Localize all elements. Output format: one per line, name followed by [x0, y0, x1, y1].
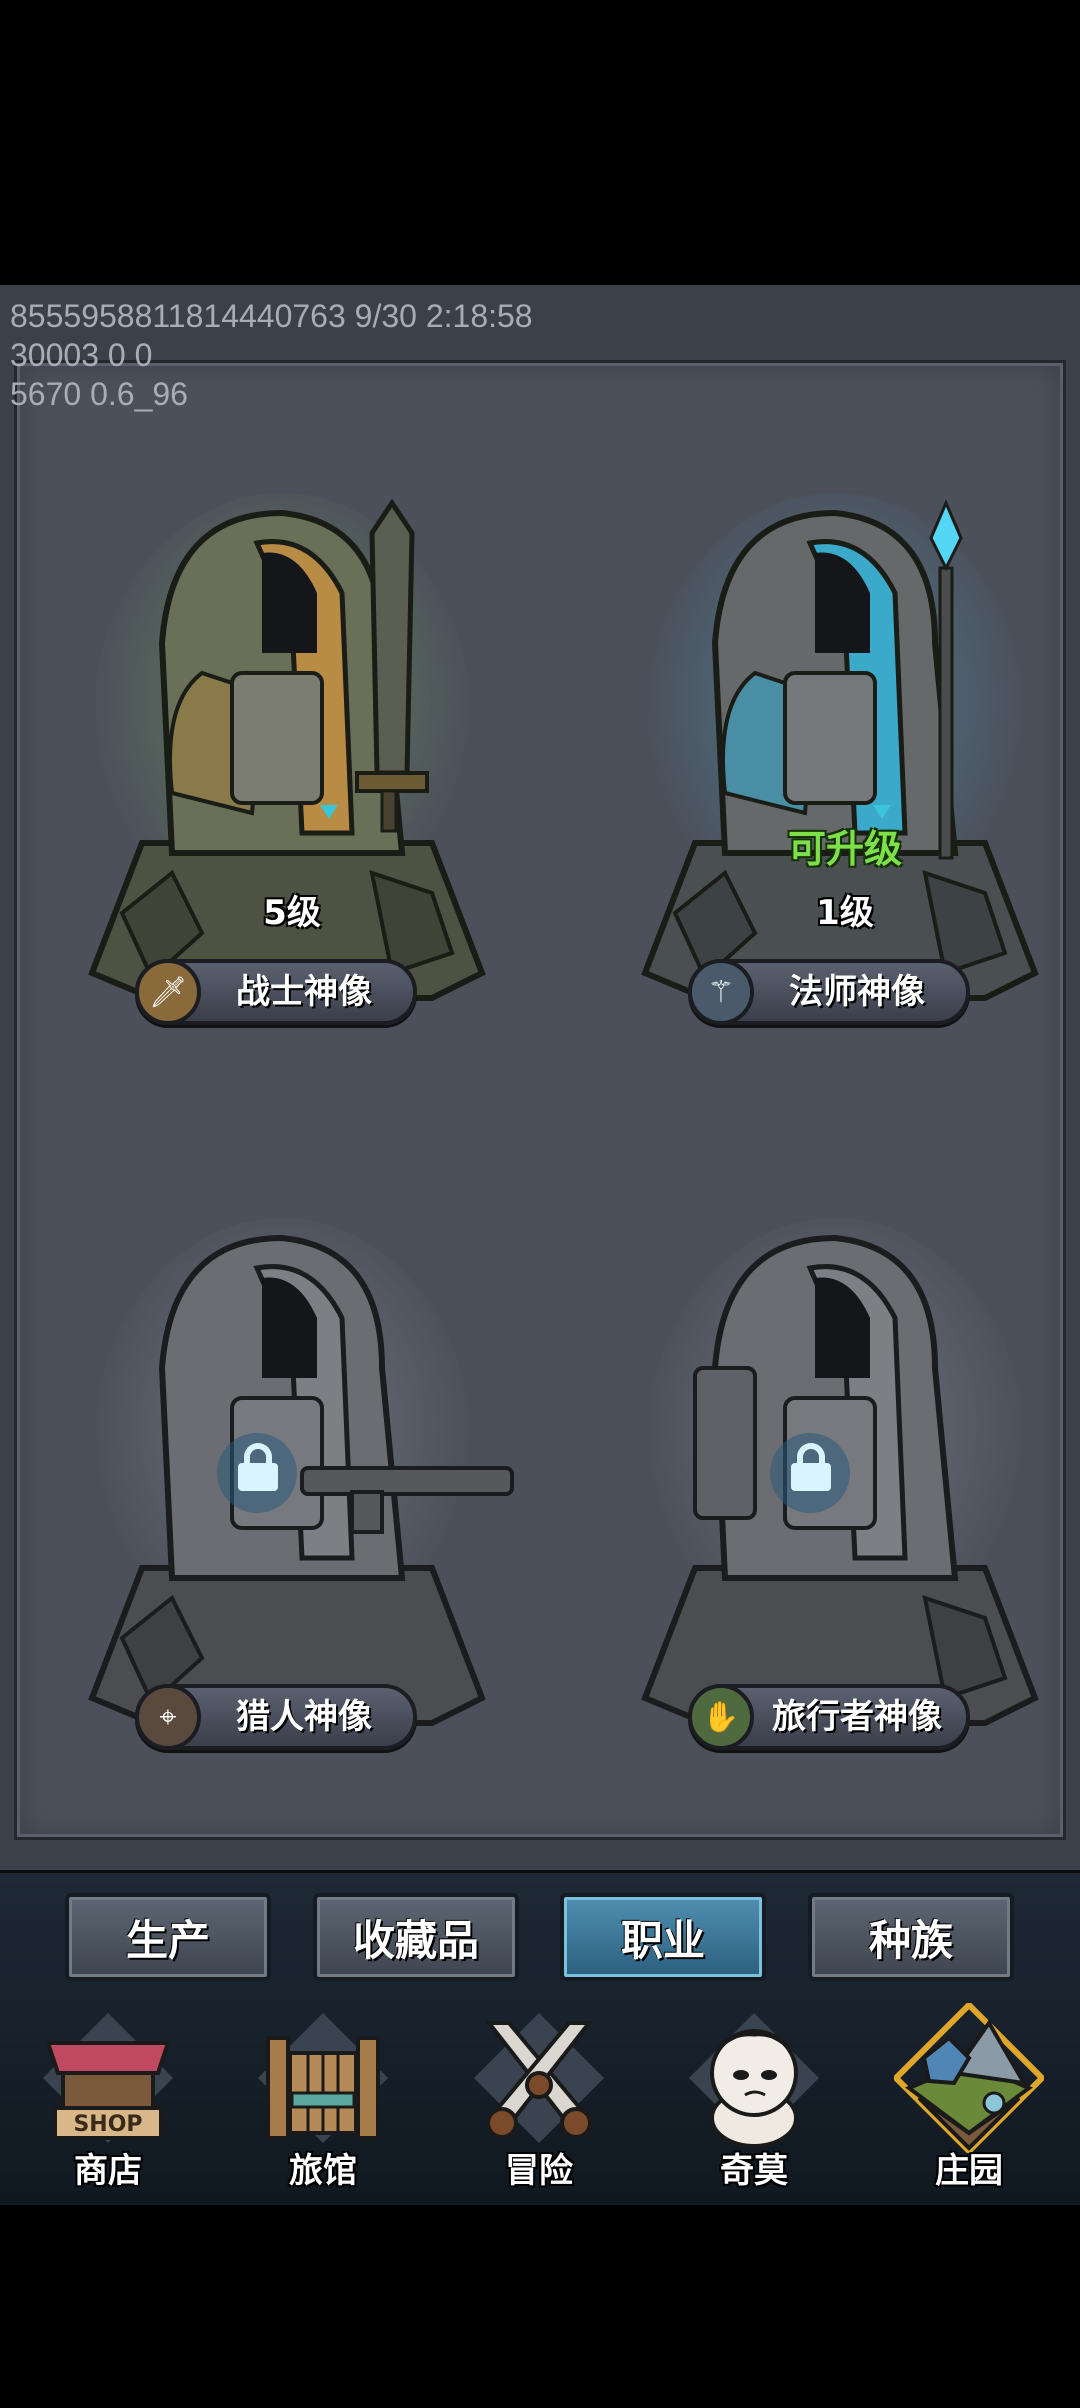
shop-icon: SHOP	[43, 2013, 173, 2143]
nav-shop[interactable]: SHOP 商店	[23, 2003, 193, 2198]
tab-production[interactable]: 生产	[65, 1893, 271, 1981]
mage-statue-label: 法师神像	[789, 972, 925, 1012]
bottom-black-bar	[0, 2205, 1080, 2408]
debug-info: 8555958811814440763 9/30 2:18:58 30003 0…	[10, 297, 533, 414]
crossed-swords-icon	[474, 2013, 604, 2143]
tab-race-label: 种族	[868, 1915, 953, 1965]
debug-line-3: 5670 0.6_96	[10, 376, 188, 412]
sword-icon: 🗡	[135, 959, 201, 1025]
mage-upgrade-available: 可升级	[787, 827, 902, 871]
tab-profession[interactable]: 职业	[560, 1893, 766, 1981]
nav-inn-label: 旅馆	[289, 2151, 357, 2191]
tab-collectibles-label: 收藏品	[352, 1915, 479, 1965]
tab-collectibles[interactable]: 收藏品	[313, 1893, 519, 1981]
tab-production-label: 生产	[125, 1915, 210, 1965]
lock-icon	[791, 1443, 831, 1491]
hunter-statue-label: 猎人神像	[236, 1697, 372, 1737]
mage-level: 1级	[816, 893, 874, 933]
lock-icon	[238, 1443, 278, 1491]
traveler-statue[interactable]	[605, 1198, 1080, 1758]
nav-adventure[interactable]: 冒险	[454, 2003, 624, 2198]
top-black-bar	[0, 0, 1080, 285]
boot-icon: ✋	[688, 1684, 754, 1750]
traveler-statue-label: 旅行者神像	[772, 1697, 942, 1737]
mage-statue-button[interactable]: ⚚ 法师神像	[688, 959, 970, 1025]
nav-manor-label: 庄园	[935, 2151, 1003, 2191]
inn-gate-icon	[258, 2013, 388, 2143]
traveler-statue-button[interactable]: ✋ 旅行者神像	[688, 1684, 970, 1750]
statue-panel: 5级 🗡 战士神像 可升级 1级 ⚚ 法师神像 ⌖ 猎人神像 ✋ 旅行者神像	[14, 360, 1066, 1840]
manor-island-icon	[894, 2003, 1044, 2153]
chimo-character-icon	[689, 2013, 819, 2148]
mage-statue[interactable]: 可升级 1级	[605, 473, 1080, 1033]
warrior-statue-label: 战士神像	[236, 972, 372, 1012]
warrior-statue-art	[88, 493, 486, 1001]
warrior-statue[interactable]: 5级	[52, 473, 532, 1033]
crosshair-icon: ⌖	[135, 1684, 201, 1750]
debug-line-1: 8555958811814440763 9/30 2:18:58	[10, 298, 533, 334]
nav-chimo-label: 奇莫	[720, 2151, 788, 2191]
staff-icon: ⚚	[688, 959, 754, 1025]
debug-line-2: 30003 0 0	[10, 337, 153, 373]
warrior-statue-button[interactable]: 🗡 战士神像	[135, 959, 417, 1025]
hunter-statue-art	[88, 1218, 514, 1726]
svg-text:SHOP: SHOP	[73, 2112, 142, 2137]
traveler-statue-art	[641, 1218, 1039, 1726]
hunter-statue-button[interactable]: ⌖ 猎人神像	[135, 1684, 417, 1750]
nav-adventure-label: 冒险	[505, 2151, 573, 2191]
game-screen: 8555958811814440763 9/30 2:18:58 30003 0…	[0, 285, 1080, 2205]
bottom-bar: 生产 收藏品 职业 种族 SHOP 商店 旅馆 冒险 奇莫 庄园	[0, 1870, 1080, 2205]
hunter-statue[interactable]	[52, 1198, 532, 1758]
tab-race[interactable]: 种族	[808, 1893, 1014, 1981]
mage-statue-art	[641, 493, 1039, 1001]
warrior-level: 5级	[263, 893, 321, 933]
nav-inn[interactable]: 旅馆	[238, 2003, 408, 2198]
nav-shop-label: 商店	[74, 2151, 142, 2191]
tab-profession-label: 职业	[620, 1915, 705, 1965]
nav-manor[interactable]: 庄园	[884, 2003, 1054, 2198]
nav-chimo[interactable]: 奇莫	[669, 2003, 839, 2198]
